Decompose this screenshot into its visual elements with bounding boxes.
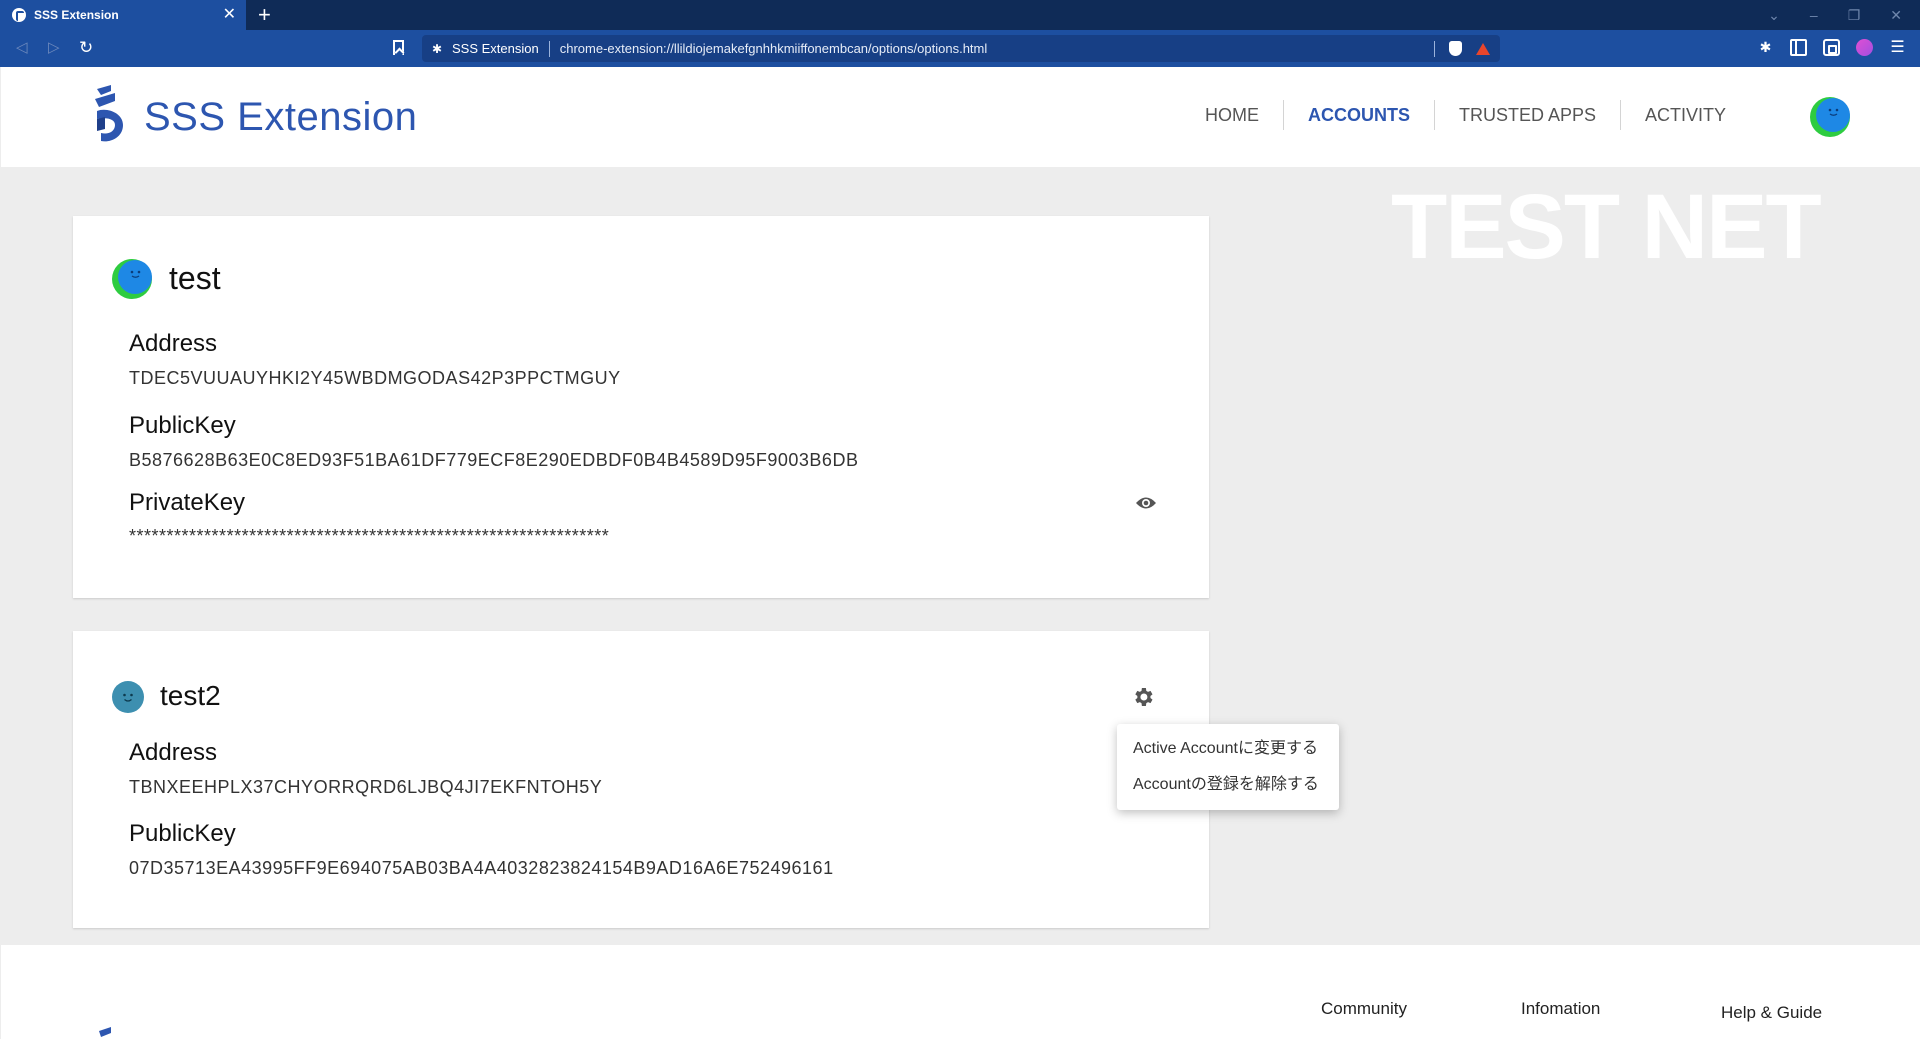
omnibox-divider [548,40,550,57]
footer-link-help-guide[interactable]: Help & Guide [1721,1003,1822,1023]
footer-link-community[interactable]: Community [1321,999,1407,1019]
sss-logo-icon[interactable] [89,85,127,145]
site-footer: Community Infomation Help & Guide [1,945,1920,1039]
sss-favicon-icon [12,8,26,22]
address-label: Address [129,739,218,766]
window-controls: ⌄ – ❐ ✕ [1768,0,1902,30]
publickey-label: PublicKey [129,820,236,847]
wallet-icon[interactable] [1823,39,1840,56]
nav-trusted-apps[interactable]: TRUSTED APPS [1435,99,1620,131]
new-tab-button[interactable]: + [258,3,271,27]
tab-close-icon[interactable]: ✕ [223,7,236,23]
brave-rewards-icon[interactable] [1476,42,1490,55]
main-nav: HOME ACCOUNTS TRUSTED APPS ACTIVITY [1181,99,1750,131]
brave-shields-icon[interactable] [1449,41,1462,56]
omnibox-site-name: SSS Extension [452,41,539,56]
user-avatar-icon[interactable] [1810,97,1850,137]
account-card-test2: test2 Address TBNXEEHPLX37CHYORRQRD6LJBQ… [73,631,1209,928]
eye-icon[interactable] [1135,496,1157,510]
back-arrow-icon[interactable]: ◁ [16,39,28,57]
footer-link-infomation[interactable]: Infomation [1521,999,1600,1019]
browser-tab-active[interactable]: SSS Extension ✕ [0,0,246,30]
privatekey-masked-value: ****************************************… [129,526,610,546]
minimize-button[interactable]: – [1810,7,1818,23]
tab-search-icon[interactable]: ⌄ [1768,7,1780,24]
nav-home[interactable]: HOME [1181,99,1283,131]
publickey-value: B5876628B63E0C8ED93F51BA61DF779ECF8E290E… [129,450,859,470]
omnibox-divider-right [1434,40,1435,57]
extension-puzzle-icon: ✱ [432,41,443,56]
testnet-watermark: TEST NET [1391,176,1822,278]
address-bar[interactable]: ✱ SSS Extension chrome-extension://llild… [422,35,1500,62]
footer-logo-icon [99,1027,111,1037]
tab-title: SSS Extension [34,8,119,22]
account-name: test [169,260,221,296]
address-value: TBNXEEHPLX37CHYORRQRD6LJBQ4JI7EKFNTOH5Y [129,777,603,797]
close-window-button[interactable]: ✕ [1890,7,1902,24]
publickey-label: PublicKey [129,412,236,439]
address-label: Address [129,330,218,357]
browser-tab-bar: SSS Extension ✕ + ⌄ – ❐ ✕ [0,0,1920,30]
account-avatar-icon [112,681,144,713]
menu-item-unregister-account[interactable]: Accountの登録を解除する [1117,767,1339,803]
nav-accounts[interactable]: ACCOUNTS [1284,99,1434,131]
restore-button[interactable]: ❐ [1848,7,1861,24]
extensions-icon[interactable]: ✱ [1757,39,1774,56]
account-name: test2 [160,680,221,711]
account-context-menu: Active Accountに変更する Accountの登録を解除する [1117,724,1339,810]
profile-avatar-icon[interactable] [1856,39,1873,56]
privatekey-label: PrivateKey [129,489,246,516]
reload-icon[interactable]: ↻ [79,39,93,57]
toolbar-right-actions: ✱ ☰ [1757,39,1906,56]
address-value: TDEC5VUUAUYHKI2Y45WBDMGODAS42P3PPCTMGUY [129,368,621,388]
nav-activity[interactable]: ACTIVITY [1621,99,1750,131]
omnibox-actions [1434,40,1490,57]
url-text[interactable]: chrome-extension://llildiojemakefgnhhkmi… [560,41,1434,56]
account-card-test: test Address TDEC5VUUAUYHKI2Y45WBDMGODAS… [73,216,1209,598]
account-avatar-icon [112,259,152,299]
bookmark-icon[interactable] [393,40,404,55]
sidebar-icon[interactable] [1790,39,1807,56]
brand-title[interactable]: SSS Extension [144,95,417,140]
gear-icon[interactable] [1131,685,1155,709]
publickey-value: 07D35713EA43995FF9E694075AB03BA4A4032823… [129,858,834,878]
browser-toolbar: ◁ ▷ ↻ ✱ SSS Extension chrome-extension:/… [0,30,1920,67]
browser-menu-icon[interactable]: ☰ [1889,39,1906,56]
forward-arrow-icon[interactable]: ▷ [48,39,60,57]
site-header: SSS Extension HOME ACCOUNTS TRUSTED APPS… [1,67,1920,167]
menu-item-set-active-account[interactable]: Active Accountに変更する [1117,731,1339,767]
